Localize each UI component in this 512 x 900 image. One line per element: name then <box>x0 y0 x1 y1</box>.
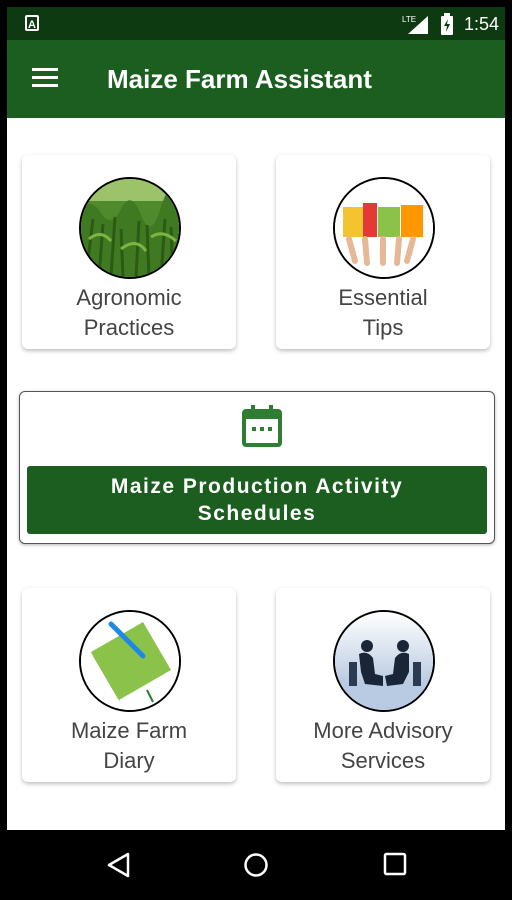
app-bar: Maize Farm Assistant <box>7 40 505 118</box>
advisory-services-label: More Advisory Services <box>313 718 453 773</box>
back-icon[interactable] <box>106 852 132 878</box>
agronomic-practices-label: Agronomic Practices <box>76 285 182 340</box>
home-icon[interactable] <box>243 852 269 878</box>
activity-schedules-card: Maize Production Activity Schedules <box>19 391 495 544</box>
maize-farm-diary-card[interactable]: Maize Farm Diary <box>22 588 236 782</box>
main-content: Agronomic Practices Essential Tips Maize… <box>7 118 505 830</box>
navigation-bar <box>7 830 505 900</box>
network-type: LTE <box>402 15 416 24</box>
advisory-services-card[interactable]: More Advisory Services <box>276 588 490 782</box>
activity-schedules-button[interactable]: Maize Production Activity Schedules <box>27 466 487 534</box>
app-title: Maize Farm Assistant <box>107 64 372 94</box>
essential-tips-card[interactable]: Essential Tips <box>276 155 490 349</box>
advisory-meeting-image <box>333 610 435 712</box>
agronomic-practices-card[interactable]: Agronomic Practices <box>22 155 236 349</box>
notification-icon: A <box>25 15 39 31</box>
maize-field-image <box>79 177 181 279</box>
recents-icon[interactable] <box>383 852 407 876</box>
status-bar: A LTE 1:54 <box>7 7 505 40</box>
maize-farm-diary-label: Maize Farm Diary <box>70 718 188 773</box>
essential-tips-label: Essential Tips <box>338 285 428 340</box>
signal-icon: LTE <box>402 15 428 34</box>
calendar-icon <box>242 405 282 447</box>
battery-icon <box>441 13 453 35</box>
hamburger-menu-icon[interactable] <box>32 68 58 88</box>
tips-image <box>333 177 435 279</box>
clock: 1:54 <box>464 14 500 34</box>
diary-notebook-image <box>79 610 181 712</box>
